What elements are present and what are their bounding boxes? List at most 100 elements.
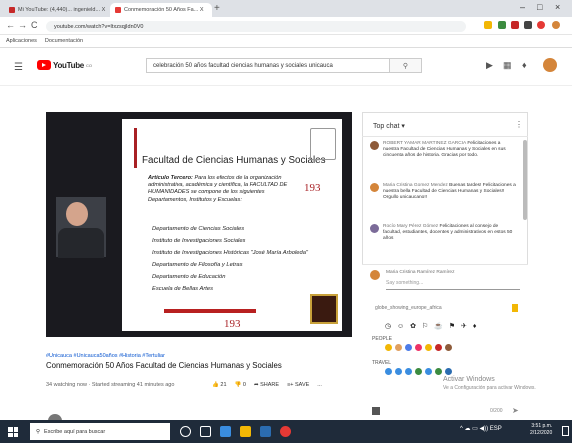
forward-button[interactable]: →: [18, 20, 27, 30]
clock-time: 3:51 p.m.: [531, 423, 553, 429]
department-item: Instituto de Investigaciones Sociales: [152, 238, 246, 244]
video-hashtags[interactable]: #Unicauca #Unicauca50años #Historia #Ter…: [46, 353, 165, 359]
url-text: youtube.com/watch?v=ItxzsqjIdn0V0: [54, 23, 144, 30]
back-button[interactable]: ←: [6, 20, 15, 30]
extension-icon[interactable]: [537, 21, 545, 29]
extension-icon[interactable]: [498, 21, 506, 29]
department-item: Departamento de Filosofía y Letras: [152, 262, 243, 268]
emoji-picker: [362, 302, 528, 412]
bookmark-star-icon[interactable]: [484, 21, 492, 29]
clock-date: 2/12/2020: [530, 430, 553, 436]
search-input[interactable]: celebración 50 años facultad ciencias hu…: [146, 58, 390, 73]
maximize-button[interactable]: □: [537, 2, 542, 12]
close-window-button[interactable]: ×: [555, 2, 560, 12]
youtube-logo[interactable]: YouTube CO: [37, 60, 92, 70]
chat-author: Rocío Mary Pérez Gómez: [383, 224, 439, 229]
chat-message: Maria Cristina Gomez Mendez Buenas tarde…: [370, 183, 520, 219]
task-view-icon[interactable]: [200, 426, 211, 437]
send-icon[interactable]: ➤: [512, 406, 519, 415]
browser-tab-1[interactable]: Mi YouTube: (4,440)... ingenield... X: [4, 3, 110, 17]
youtube-play-icon: [37, 60, 51, 70]
bookmark-docs[interactable]: Documentación: [45, 38, 83, 44]
search-icon: ⚲: [402, 62, 409, 70]
taskbar-search-placeholder: Escribe aquí para buscar: [44, 428, 106, 435]
system-tray[interactable]: ^ ☁ ▭ ◀)) ESP: [460, 425, 502, 432]
department-item: Instituto de Investigaciones Históricas …: [152, 250, 308, 256]
extension-icon[interactable]: [511, 21, 519, 29]
chat-message: ROBERT YAMAR MARTINEZ GARCIA Felicitacio…: [370, 141, 520, 177]
tab-label: Conmemoración 50 Años Fa... X: [124, 7, 204, 13]
avatar[interactable]: [543, 58, 557, 72]
share-label: SHARE: [260, 382, 280, 388]
university-crest-icon: [310, 128, 336, 160]
emoji-category-row[interactable]: ◷ ☺ ✿ ⚐ ☕ ⚑ ✈ ♦: [385, 322, 478, 330]
notifications-icon[interactable]: [562, 426, 569, 436]
more-button[interactable]: ...: [317, 382, 322, 388]
taskbar-search[interactable]: ⚲ Escribe aquí para buscar: [30, 423, 170, 440]
minimize-button[interactable]: –: [520, 2, 525, 12]
like-count: 21: [220, 382, 227, 388]
bookmark-apps[interactable]: Aplicaciones: [6, 38, 37, 44]
department-item: Departamento de Ciencias Sociales: [152, 226, 245, 232]
profile-icon[interactable]: [552, 21, 560, 29]
extension-icon[interactable]: [524, 21, 532, 29]
chat-message: Rocío Mary Pérez Gómez Felicitaciones al…: [370, 224, 520, 260]
emoji-search-icon[interactable]: [512, 304, 518, 312]
windows-start-icon[interactable]: [8, 427, 18, 437]
youtube-favicon-icon: [115, 7, 121, 13]
slide-number-bottom: 193: [224, 318, 241, 330]
new-tab-button[interactable]: +: [214, 3, 220, 14]
browser-tab-2[interactable]: Conmemoración 50 Años Fa... X: [110, 3, 212, 17]
faculty-logo-icon: [310, 294, 338, 324]
share-button[interactable]: ➦ SHARE: [254, 382, 279, 388]
save-label: SAVE: [295, 382, 310, 388]
like-button[interactable]: 👍 21: [212, 382, 227, 388]
url-field[interactable]: youtube.com/watch?v=ItxzsqjIdn0V0: [46, 21, 466, 32]
chat-scrollbar[interactable]: [523, 140, 527, 220]
chrome-icon[interactable]: [280, 426, 291, 437]
chat-mode-label: Top chat: [373, 123, 400, 130]
chat-placeholder: Say something...: [386, 280, 424, 286]
search-button[interactable]: ⚲: [390, 58, 422, 73]
department-item: Escuela de Bellas Artes: [152, 286, 214, 292]
video-title: Conmemoración 50 Años Facultad de Cienci…: [46, 361, 282, 370]
slide-accent-bar: [134, 128, 137, 168]
taskbar-clock[interactable]: 3:51 p.m. 2/12/2020: [530, 423, 552, 437]
chat-author: Maria Cristina Gomez Mendez: [383, 183, 448, 188]
notifications-icon[interactable]: ♦: [522, 60, 527, 70]
create-video-icon[interactable]: ▶: [486, 60, 493, 71]
save-button[interactable]: ≡+ SAVE: [287, 382, 309, 388]
video-actions: 👍 21 👎 0 ➦ SHARE ≡+ SAVE ...: [212, 382, 322, 388]
youtube-wordmark: YouTube: [53, 60, 84, 70]
apps-grid-icon[interactable]: ▦: [503, 60, 512, 71]
slide-number: 193: [304, 182, 321, 194]
dislike-count: 0: [242, 382, 246, 388]
menu-icon[interactable]: ☰: [14, 62, 23, 73]
reload-button[interactable]: C: [31, 20, 38, 30]
windows-activation-sub: Ve a Configuración para activar Windows.: [443, 385, 536, 391]
dislike-button[interactable]: 👎 0: [235, 382, 246, 388]
slide-footer-bar: [164, 309, 256, 313]
bookmarks-bar: Aplicaciones Documentación: [0, 35, 572, 48]
youtube-favicon-icon: [9, 7, 15, 13]
emoji-row[interactable]: [385, 344, 455, 353]
chevron-down-icon: ▾: [401, 123, 405, 130]
search-query: celebración 50 años facultad ciencias hu…: [153, 62, 333, 69]
chat-input[interactable]: Say something...: [386, 280, 520, 290]
presentation-slide: [122, 119, 342, 331]
emoji-section-label: PEOPLE: [372, 336, 393, 342]
store-icon[interactable]: [260, 426, 271, 437]
emoji-section-label: TRAVEL: [372, 360, 392, 366]
file-explorer-icon[interactable]: [240, 426, 251, 437]
chat-menu-button[interactable]: ⋮: [515, 120, 523, 129]
edge-icon[interactable]: [220, 426, 231, 437]
chat-emoji-toggle-icon[interactable]: [372, 407, 380, 415]
speaker-head: [66, 202, 88, 226]
cortana-icon[interactable]: [180, 426, 191, 437]
search-icon: ⚲: [36, 428, 41, 435]
slide-article: Artículo Tercero: Para los efectos de la…: [148, 175, 298, 204]
speaker-body: [58, 228, 104, 258]
emoji-topic: globe_showing_europe_africa: [375, 305, 442, 311]
my-avatar: [370, 270, 380, 280]
chat-mode-dropdown[interactable]: Top chat ▾: [373, 122, 405, 130]
